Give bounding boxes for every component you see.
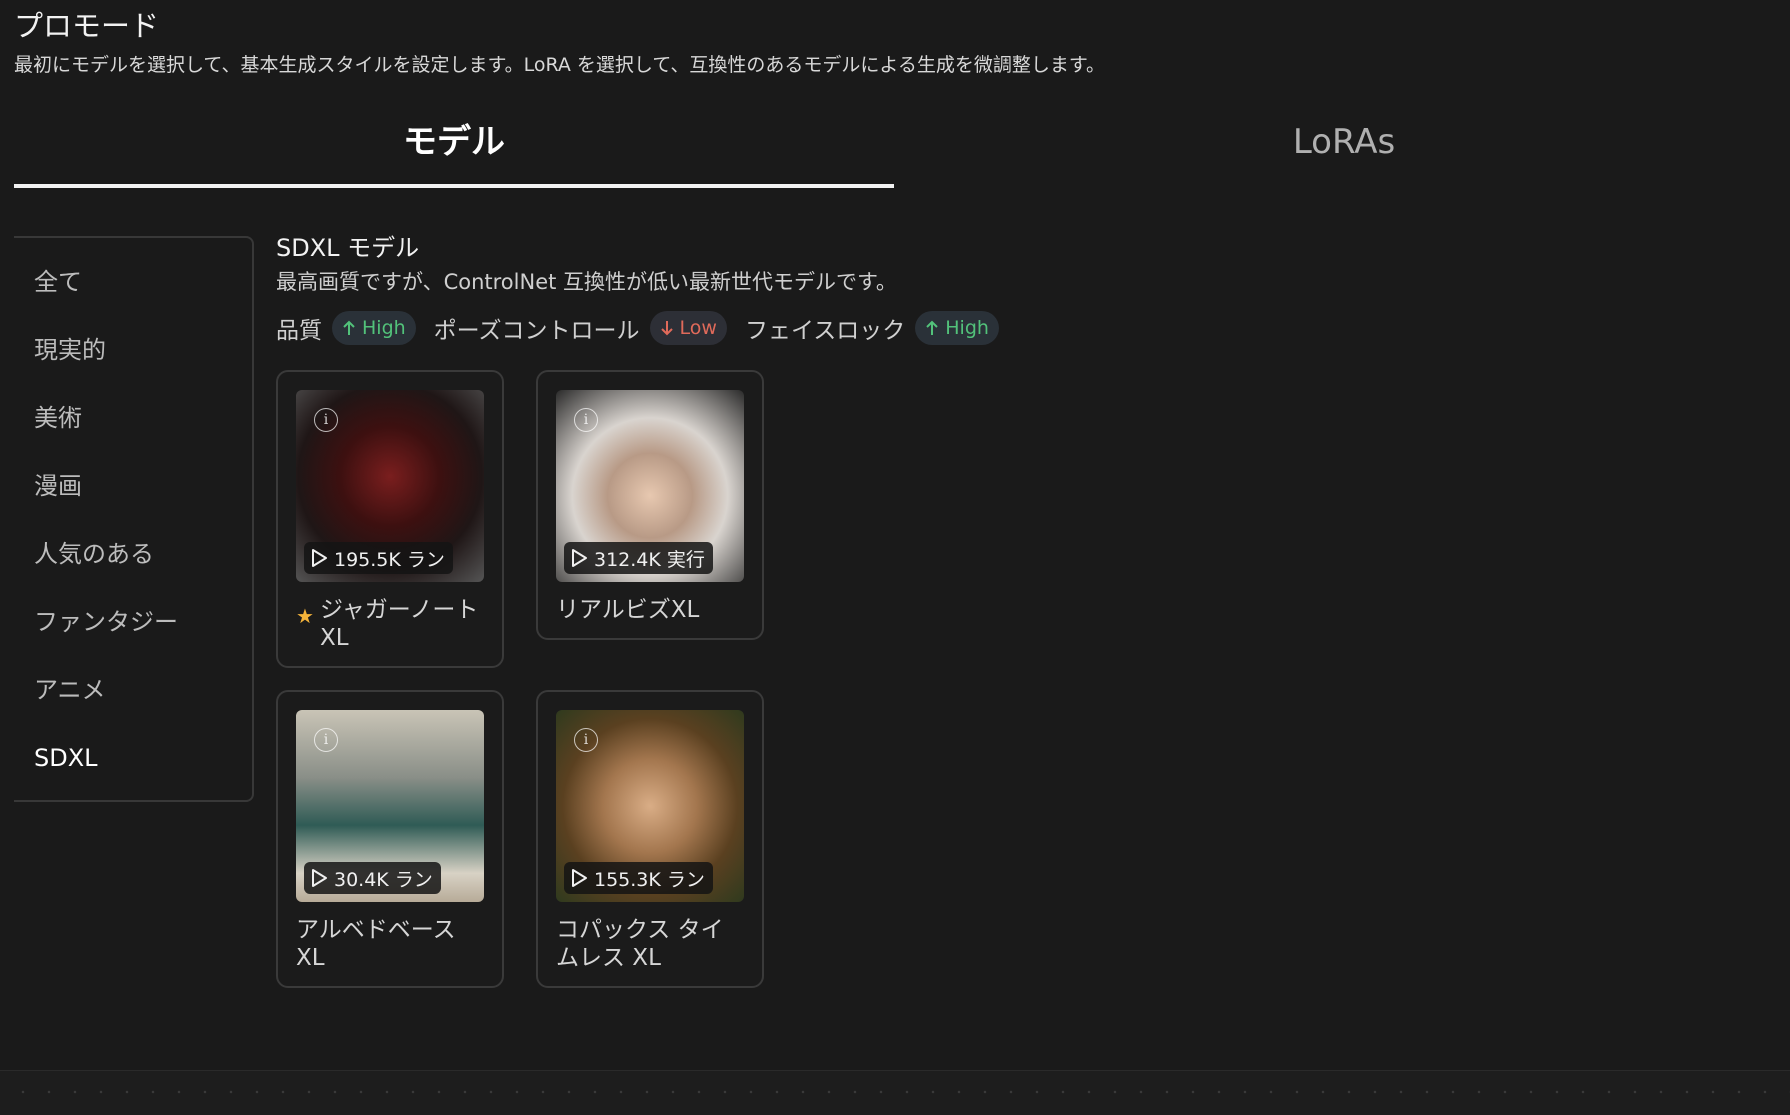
info-icon[interactable]: i (574, 408, 598, 432)
sidebar-item-manga[interactable]: 漫画 (14, 452, 252, 520)
section-description: 最高画質ですが、ControlNet 互換性が低い最新世代モデルです。 (276, 270, 897, 294)
play-icon (312, 549, 327, 567)
attribute-label-face-lock: フェイスロック (744, 318, 906, 344)
model-thumbnail: i 195.5K ラン (296, 390, 484, 582)
sidebar-item-popular[interactable]: 人気のある (14, 520, 252, 588)
arrow-down-icon (660, 321, 673, 336)
model-name: ★ ジャガーノートXL (296, 597, 479, 651)
attribute-row: 品質 High ポーズコントロール Low フェイスロック High (276, 310, 1017, 346)
play-icon (572, 549, 587, 567)
pose-control-badge: Low (649, 311, 727, 345)
header: プロモード 最初にモデルを選択して、基本生成スタイルを設定します。LoRA を選… (14, 6, 1105, 77)
sidebar-item-realistic[interactable]: 現実的 (14, 316, 252, 384)
attribute-label-quality: 品質 (276, 318, 322, 344)
sidebar-item-art[interactable]: 美術 (14, 384, 252, 452)
quality-level: High (362, 317, 406, 339)
model-name: コパックス タイムレス XL (556, 917, 724, 971)
attribute-label-pose-control: ポーズコントロール (433, 318, 640, 344)
info-icon[interactable]: i (314, 408, 338, 432)
quality-badge: High (332, 311, 416, 345)
page-description: 最初にモデルを選択して、基本生成スタイルを設定します。LoRA を選択して、互換… (14, 54, 1105, 76)
run-count: 312.4K 実行 (564, 542, 713, 574)
model-card-realvis-xl[interactable]: i 312.4K 実行 リアルビズXL (536, 370, 764, 640)
model-section: SDXL モデル 最高画質ですが、ControlNet 互換性が低い最新世代モデ… (276, 230, 1017, 346)
arrow-up-icon (343, 320, 355, 335)
arrow-up-icon (926, 320, 938, 335)
model-thumbnail: i 312.4K 実行 (556, 390, 744, 582)
page-title: プロモード (14, 9, 160, 43)
run-count: 155.3K ラン (564, 862, 713, 894)
tab-bar: モデル LoRAs (14, 100, 1790, 190)
tab-models[interactable]: モデル (14, 100, 894, 188)
model-thumbnail: i 155.3K ラン (556, 710, 744, 902)
star-icon: ★ (296, 604, 314, 628)
model-name: リアルビズXL (556, 597, 700, 623)
sidebar-item-fantasy[interactable]: ファンタジー (14, 588, 252, 656)
model-card-juggernaut-xl[interactable]: i 195.5K ラン ★ ジャガーノートXL (276, 370, 504, 668)
play-icon (572, 869, 587, 887)
play-icon (312, 869, 327, 887)
info-icon[interactable]: i (314, 728, 338, 752)
run-count: 30.4K ラン (304, 862, 441, 894)
run-count: 195.5K ラン (304, 542, 453, 574)
tab-loras[interactable]: LoRAs (904, 100, 1784, 184)
sidebar-item-all[interactable]: 全て (14, 248, 252, 316)
info-icon[interactable]: i (574, 728, 598, 752)
face-lock-badge: High (915, 311, 999, 345)
section-title: SDXL モデル (276, 234, 420, 262)
model-card-copax-timeless-xl[interactable]: i 155.3K ラン コパックス タイムレス XL (536, 690, 764, 988)
bottom-bar (0, 1070, 1790, 1115)
sidebar-item-sdxl[interactable]: SDXL (14, 724, 252, 792)
category-sidebar: 全て 現実的 美術 漫画 人気のある ファンタジー アニメ SDXL (14, 236, 254, 802)
sidebar-item-anime[interactable]: アニメ (14, 656, 252, 724)
model-name: アルベドベースXL (296, 917, 456, 971)
pose-control-level: Low (679, 317, 717, 339)
model-card-albedobase-xl[interactable]: i 30.4K ラン アルベドベースXL (276, 690, 504, 988)
model-thumbnail: i 30.4K ラン (296, 710, 484, 902)
face-lock-level: High (945, 317, 989, 339)
